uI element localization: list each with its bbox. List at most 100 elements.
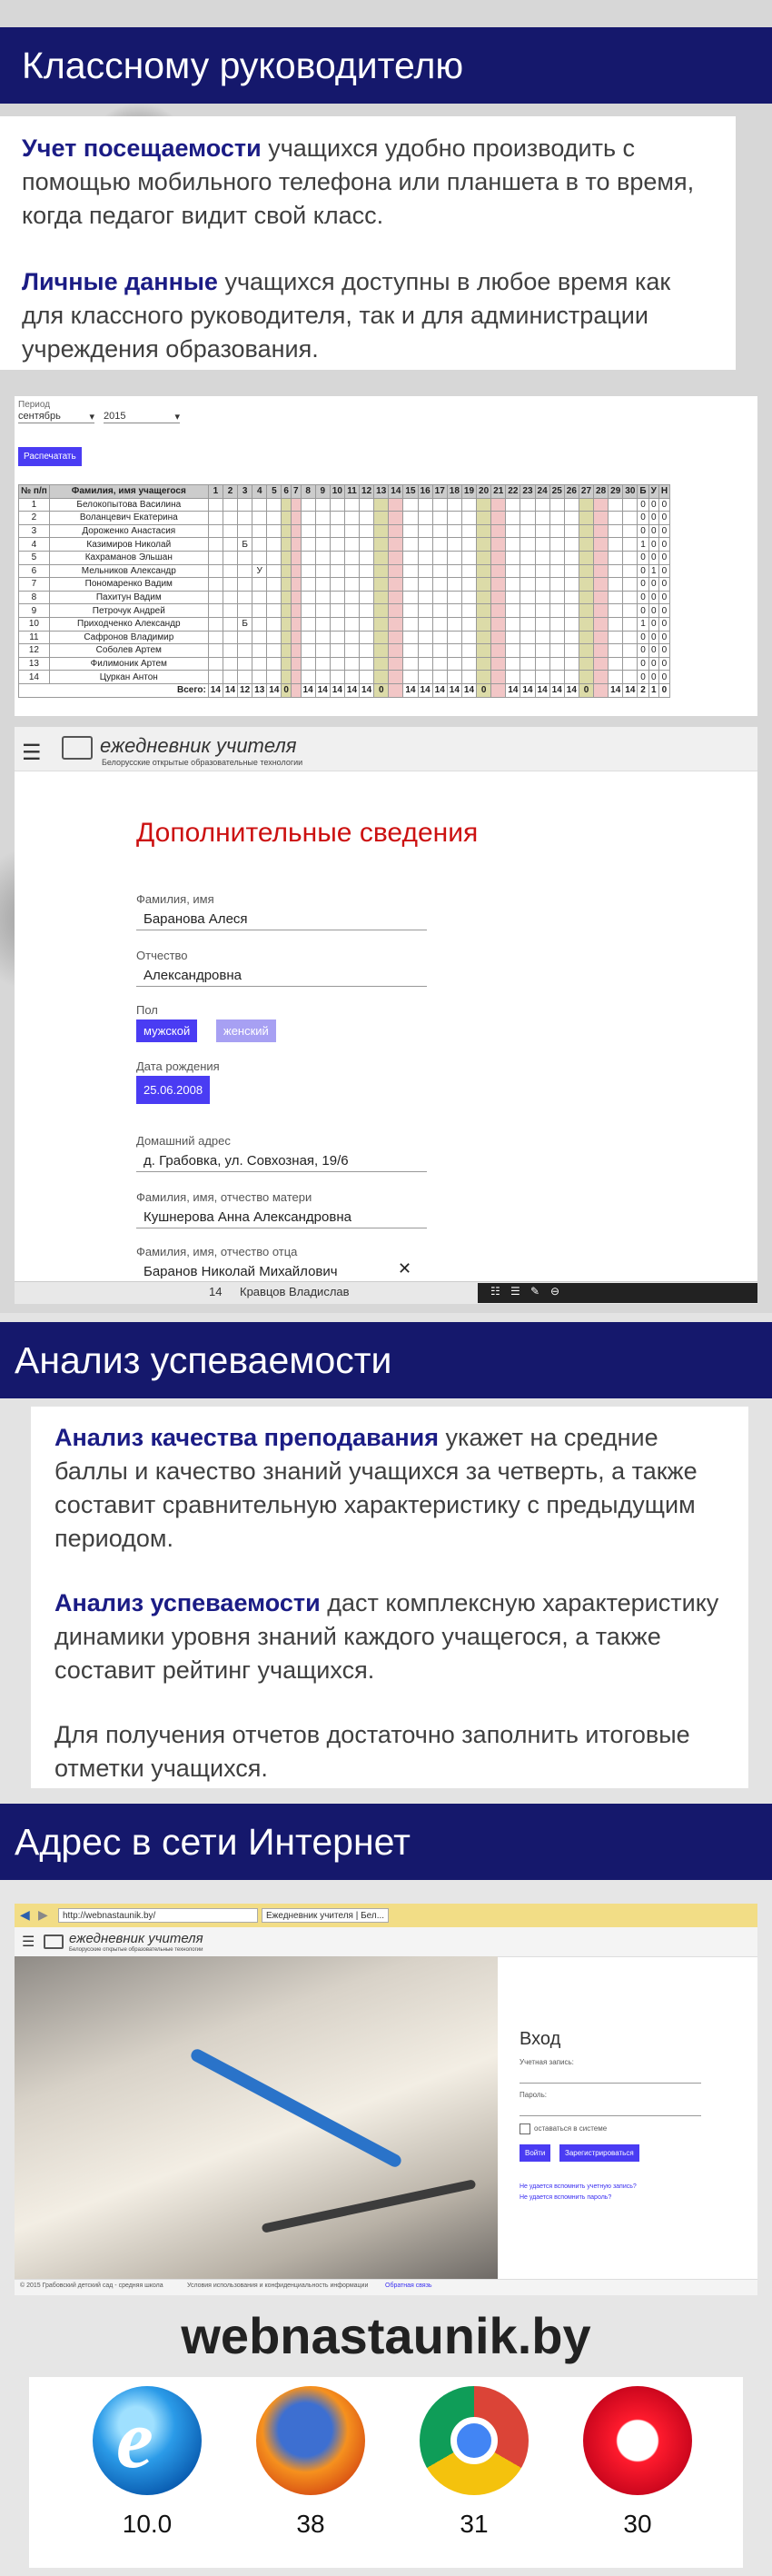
attendance-cell[interactable] xyxy=(578,643,595,658)
attendance-cell[interactable] xyxy=(608,511,624,525)
attendance-cell[interactable] xyxy=(222,616,239,632)
attendance-cell[interactable] xyxy=(593,603,609,618)
attendance-cell[interactable] xyxy=(222,670,239,684)
attendance-cell[interactable] xyxy=(520,577,536,592)
attendance-cell[interactable] xyxy=(520,590,536,605)
attendance-cell[interactable] xyxy=(593,616,609,632)
attendance-cell[interactable] xyxy=(563,603,579,618)
attendance-cell[interactable] xyxy=(578,656,595,671)
attendance-cell[interactable] xyxy=(490,630,507,645)
attendance-cell[interactable] xyxy=(343,590,361,605)
attendance-cell[interactable] xyxy=(476,616,492,632)
attendance-cell[interactable] xyxy=(314,656,331,671)
attendance-cell[interactable] xyxy=(593,656,609,671)
attendance-cell[interactable] xyxy=(359,590,375,605)
attendance-cell[interactable] xyxy=(593,523,609,539)
attendance-cell[interactable] xyxy=(476,523,492,539)
attendance-cell[interactable] xyxy=(534,550,550,565)
attendance-cell[interactable] xyxy=(300,497,316,512)
attendance-cell[interactable] xyxy=(314,590,331,605)
attendance-cell[interactable] xyxy=(578,590,595,605)
attendance-cell[interactable] xyxy=(207,563,223,579)
attendance-cell[interactable] xyxy=(505,630,521,645)
attendance-cell[interactable] xyxy=(549,550,565,565)
attendance-cell[interactable] xyxy=(207,616,223,632)
attendance-cell[interactable] xyxy=(622,616,638,632)
attendance-cell[interactable] xyxy=(252,616,268,632)
print-button[interactable]: Распечатать xyxy=(18,447,82,466)
attendance-cell[interactable] xyxy=(237,603,253,618)
attendance-cell[interactable] xyxy=(266,616,282,632)
attendance-cell[interactable] xyxy=(266,497,282,512)
attendance-cell[interactable] xyxy=(402,656,419,671)
attendance-cell[interactable] xyxy=(252,643,268,658)
attendance-cell[interactable] xyxy=(207,670,223,684)
attendance-cell[interactable] xyxy=(388,603,404,618)
attendance-cell[interactable] xyxy=(490,643,507,658)
attendance-cell[interactable] xyxy=(281,577,292,592)
attendance-cell[interactable] xyxy=(578,497,595,512)
attendance-cell[interactable] xyxy=(563,670,579,684)
attendance-cell[interactable] xyxy=(534,656,550,671)
attendance-cell[interactable] xyxy=(266,670,282,684)
attendance-cell[interactable] xyxy=(359,630,375,645)
attendance-cell[interactable] xyxy=(578,603,595,618)
attendance-cell[interactable] xyxy=(460,603,478,618)
attendance-cell[interactable] xyxy=(490,497,507,512)
edit-icon[interactable]: ✎ xyxy=(530,1285,539,1298)
attendance-cell[interactable] xyxy=(534,630,550,645)
attendance-cell[interactable] xyxy=(222,603,239,618)
attendance-cell[interactable] xyxy=(431,630,448,645)
attendance-cell[interactable] xyxy=(622,550,638,565)
attendance-cell[interactable] xyxy=(593,643,609,658)
menu-icon[interactable]: ☰ xyxy=(22,1933,35,1951)
attendance-cell[interactable] xyxy=(431,523,448,539)
attendance-cell[interactable] xyxy=(608,630,624,645)
attendance-cell[interactable] xyxy=(490,670,507,684)
attendance-cell[interactable] xyxy=(534,563,550,579)
attendance-cell[interactable] xyxy=(207,643,223,658)
attendance-cell[interactable] xyxy=(476,630,492,645)
attendance-cell[interactable] xyxy=(402,643,419,658)
attendance-cell[interactable] xyxy=(329,630,345,645)
attendance-cell[interactable] xyxy=(359,656,375,671)
attendance-cell[interactable] xyxy=(314,537,331,552)
attendance-cell[interactable] xyxy=(291,537,302,552)
attendance-cell[interactable] xyxy=(300,590,316,605)
attendance-cell[interactable] xyxy=(281,630,292,645)
attendance-cell[interactable] xyxy=(237,643,253,658)
attendance-cell[interactable] xyxy=(388,670,404,684)
attendance-cell[interactable] xyxy=(534,523,550,539)
grid-icon[interactable]: ☰ xyxy=(510,1285,520,1298)
attendance-cell[interactable] xyxy=(314,563,331,579)
attendance-cell[interactable] xyxy=(281,603,292,618)
attendance-cell[interactable] xyxy=(388,550,404,565)
attendance-cell[interactable] xyxy=(505,523,521,539)
attendance-cell[interactable] xyxy=(446,616,462,632)
attendance-cell[interactable] xyxy=(417,616,433,632)
attendance-cell[interactable] xyxy=(291,563,302,579)
remove-icon[interactable]: ⊖ xyxy=(550,1285,559,1298)
list-icon[interactable]: ☷ xyxy=(490,1285,500,1298)
attendance-cell[interactable] xyxy=(460,643,478,658)
attendance-cell[interactable] xyxy=(300,523,316,539)
attendance-cell[interactable] xyxy=(417,630,433,645)
attendance-cell[interactable] xyxy=(549,670,565,684)
attendance-cell[interactable] xyxy=(490,616,507,632)
attendance-cell[interactable] xyxy=(281,511,292,525)
attendance-cell[interactable] xyxy=(329,670,345,684)
attendance-cell[interactable] xyxy=(490,656,507,671)
attendance-cell[interactable] xyxy=(207,537,223,552)
attendance-cell[interactable] xyxy=(207,603,223,618)
attendance-cell[interactable] xyxy=(373,550,390,565)
attendance-cell[interactable] xyxy=(520,497,536,512)
attendance-cell[interactable] xyxy=(578,577,595,592)
attendance-cell[interactable] xyxy=(329,590,345,605)
attendance-cell[interactable] xyxy=(520,537,536,552)
attendance-cell[interactable] xyxy=(417,511,433,525)
attendance-cell[interactable] xyxy=(373,577,390,592)
attendance-cell[interactable] xyxy=(549,523,565,539)
attendance-cell[interactable] xyxy=(237,523,253,539)
attendance-cell[interactable] xyxy=(314,497,331,512)
surname-input[interactable]: Баранова Алеся xyxy=(136,909,427,930)
